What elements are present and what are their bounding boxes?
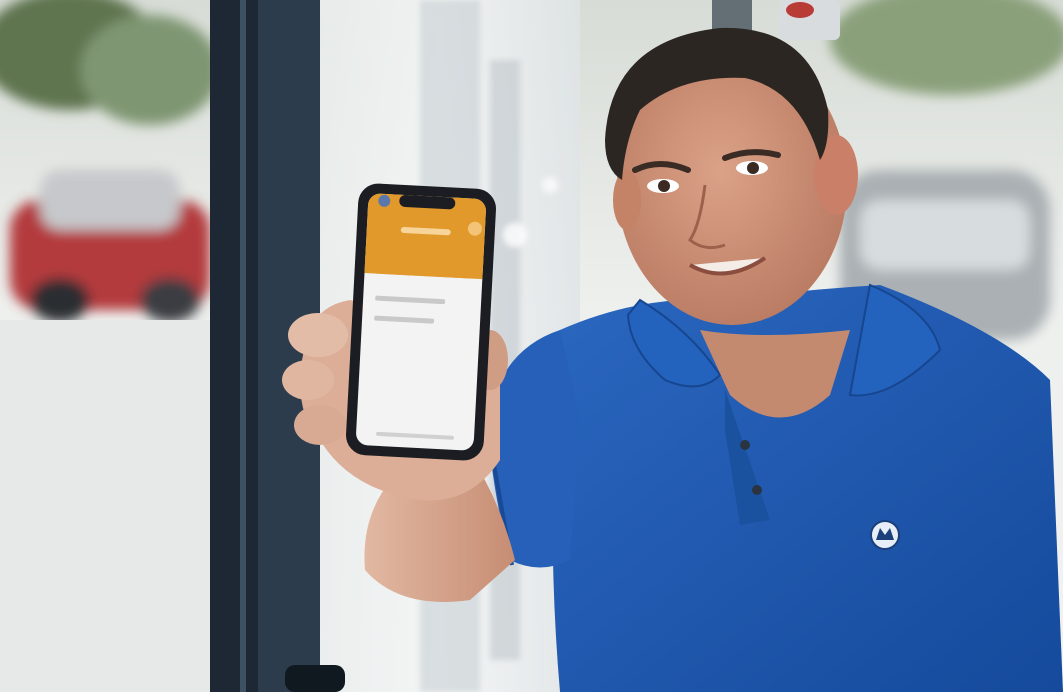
background-red-car <box>10 170 210 322</box>
photo-scene <box>0 0 1063 692</box>
door-handle <box>285 665 345 692</box>
shirt-button-top <box>740 440 750 450</box>
ear-left <box>613 170 641 230</box>
photo-illustration <box>0 0 1063 692</box>
shirt-logo-icon <box>870 520 900 550</box>
smartphone <box>345 183 497 461</box>
shirt-button-bottom <box>752 485 762 495</box>
